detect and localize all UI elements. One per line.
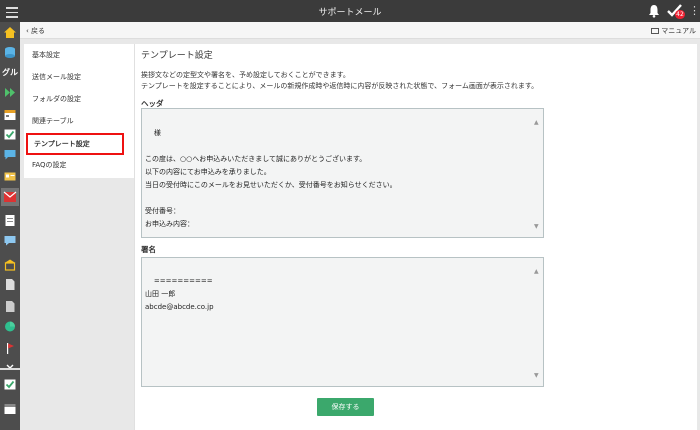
building-icon[interactable] xyxy=(3,258,17,271)
description-line-1: 挨拶文などの定型文や署名を、予め設定しておくことができます。 xyxy=(141,71,350,79)
signature-text: ========== 山田 一郎 abcde@abcde.co.jp xyxy=(145,277,214,311)
mail-settings-icon xyxy=(3,191,17,202)
more-options-icon[interactable]: ⋮ xyxy=(689,4,700,18)
settings-item-folders[interactable]: フォルダの設定 xyxy=(24,88,134,110)
header-scrollbar[interactable]: ▲ ▼ xyxy=(534,109,541,237)
support-mail-nav-item[interactable] xyxy=(1,188,19,206)
calendar-grid-icon[interactable] xyxy=(3,402,17,415)
signature-label: 署名 xyxy=(141,245,156,254)
group-label[interactable]: グル xyxy=(2,67,18,78)
header-text: 様 この度は、○○へお申込みいただきまして誠にありがとうございます。 以下の内容… xyxy=(145,129,397,228)
database-icon[interactable] xyxy=(3,46,17,59)
book-icon xyxy=(651,28,660,34)
document-icon[interactable] xyxy=(3,214,17,227)
bell-icon[interactable] xyxy=(648,4,660,18)
checklist-icon[interactable] xyxy=(3,128,17,141)
notification-badge: 42 xyxy=(675,10,685,19)
description-line-2: テンプレートを設定することにより、メールの新規作成時や返信時に内容が反映された状… xyxy=(141,82,539,90)
forward-arrows-icon[interactable] xyxy=(3,86,17,99)
back-link[interactable]: ‹ 戻る xyxy=(26,26,45,36)
manual-label: マニュアル xyxy=(661,27,696,35)
signature-scrollbar[interactable]: ▲ ▼ xyxy=(534,258,541,386)
settings-menu: 基本設定 送信メール設定 フォルダの設定 関連テーブル テンプレート設定 FAQ… xyxy=(24,44,134,178)
settings-item-related-table[interactable]: 関連テーブル xyxy=(24,110,134,132)
settings-item-template[interactable]: テンプレート設定 xyxy=(26,133,124,155)
app-sidebar: グル xyxy=(0,22,20,430)
id-card-icon[interactable] xyxy=(3,170,17,183)
manual-link[interactable]: マニュアル xyxy=(651,26,696,36)
header-textarea[interactable]: 様 この度は、○○へお申込みいただきまして誠にありがとうございます。 以下の内容… xyxy=(141,108,544,238)
calendar-icon[interactable] xyxy=(3,108,17,121)
app-title: サポートメール xyxy=(318,8,382,18)
chevron-down-icon[interactable] xyxy=(3,360,17,373)
settings-item-basic[interactable]: 基本設定 xyxy=(24,44,134,66)
home-icon[interactable] xyxy=(3,26,17,39)
message-icon[interactable] xyxy=(3,234,17,247)
back-label: 戻る xyxy=(31,27,46,35)
scroll-up-icon[interactable]: ▲ xyxy=(534,265,539,278)
pie-chart-icon[interactable] xyxy=(3,320,17,333)
sidebar-divider xyxy=(0,368,20,370)
settings-item-faq[interactable]: FAQの設定 xyxy=(24,154,134,176)
top-bar: サポートメール 42 ⋮ xyxy=(0,0,700,22)
file-icon[interactable] xyxy=(3,278,17,291)
scroll-down-icon[interactable]: ▼ xyxy=(534,369,539,382)
scroll-down-icon[interactable]: ▼ xyxy=(534,220,539,233)
flag-icon[interactable] xyxy=(3,342,17,355)
task-check-icon[interactable] xyxy=(3,378,17,391)
scroll-up-icon[interactable]: ▲ xyxy=(534,116,539,129)
settings-item-outgoing-mail[interactable]: 送信メール設定 xyxy=(24,66,134,88)
template-settings-panel: テンプレート設定 挨拶文などの定型文や署名を、予め設定しておくことができます。 … xyxy=(135,44,697,430)
chat-icon[interactable] xyxy=(3,148,17,161)
sub-toolbar: ‹ 戻る マニュアル xyxy=(20,22,700,39)
page-title: テンプレート設定 xyxy=(141,51,213,61)
save-button[interactable]: 保存する xyxy=(317,398,374,416)
file-stack-icon[interactable] xyxy=(3,300,17,313)
signature-textarea[interactable]: ========== 山田 一郎 abcde@abcde.co.jp ▲ ▼ xyxy=(141,257,544,387)
